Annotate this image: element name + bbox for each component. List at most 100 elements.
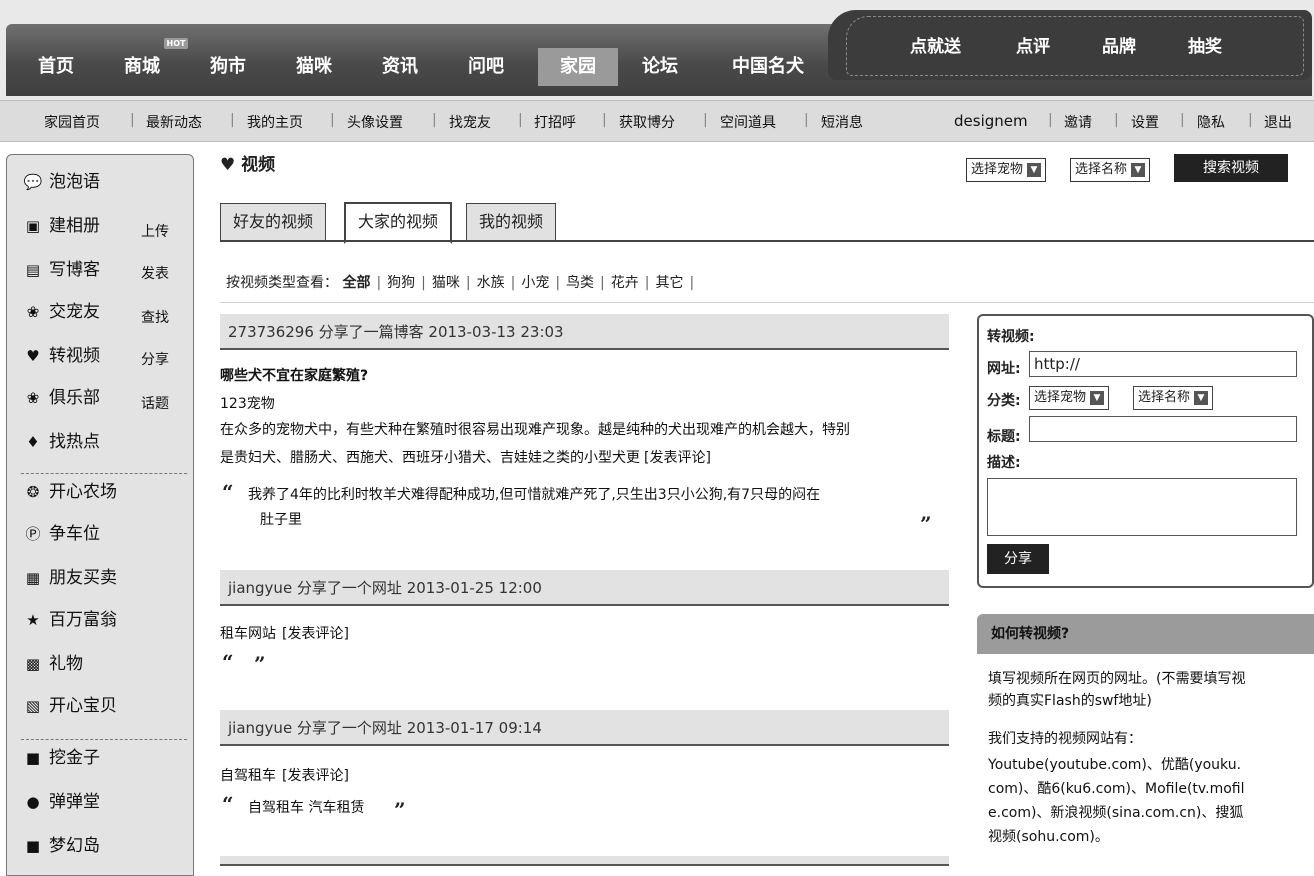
share-select-name[interactable]: 选择名称 ▼ — [1133, 386, 1214, 410]
sidebar-item-bubble[interactable]: 💬 泡泡语 — [23, 169, 100, 195]
sidebar-game-gold[interactable]: ■ 挖金子 — [23, 745, 100, 771]
subnav-settings[interactable]: 设置 — [1131, 112, 1159, 132]
filter-small-pets[interactable]: 小宠 — [521, 275, 549, 291]
sidebar-game-bounce[interactable]: ● 弹弹堂 — [23, 789, 100, 815]
filter-all[interactable]: 全部 — [342, 275, 370, 291]
nav-review[interactable]: 点评 — [1016, 32, 1050, 57]
subnav-separator: | — [703, 112, 708, 128]
sidebar-upload-link[interactable]: 上传 — [141, 221, 169, 241]
subnav-latest[interactable]: 最新动态 — [146, 112, 202, 132]
feed-item-header: jiangyue 分享了一个网址 2013-01-25 12:00 — [220, 570, 949, 606]
subnav-greet[interactable]: 打招呼 — [534, 112, 576, 132]
howto-sites-list: e.com)、新浪视频(sina.com.cn)、搜狐 — [988, 805, 1244, 821]
feed-item-link[interactable]: 租车网站 — [220, 626, 276, 642]
feed-item-title[interactable]: 哪些犬不宜在家庭繁殖? — [220, 364, 950, 388]
sub-nav: 家园首页 | 最新动态 | 我的主页 | 头像设置 | 找宠友 | 打招呼 | … — [0, 100, 1314, 142]
sidebar-item-album[interactable]: ▣ 建相册 — [23, 213, 100, 239]
nav-ask[interactable]: 问吧 — [458, 48, 514, 86]
tab-my-videos[interactable]: 我的视频 — [466, 203, 557, 240]
nav-mall[interactable]: 商城 — [114, 48, 170, 86]
select-name-dropdown[interactable]: 选择名称 ▼ — [1070, 158, 1151, 182]
nav-forum[interactable]: 论坛 — [632, 48, 688, 86]
filter-separator: | — [644, 275, 650, 291]
filter-separator: | — [510, 275, 516, 291]
select-pet-dropdown[interactable]: 选择宠物 ▼ — [966, 158, 1047, 182]
sidebar-item-friends[interactable]: ❀ 交宠友 — [23, 299, 100, 325]
subnav-invite[interactable]: 邀请 — [1064, 112, 1092, 132]
sidebar-publish-link[interactable]: 发表 — [141, 263, 169, 283]
comment-link[interactable]: [发表评论] — [282, 768, 349, 784]
share-select-pet[interactable]: 选择宠物 ▼ — [1029, 386, 1110, 410]
sidebar-app-parking[interactable]: Ⓟ 争车位 — [23, 521, 100, 547]
sidebar-app-gift[interactable]: ▩ 礼物 — [23, 651, 83, 677]
sidebar-item-video[interactable]: ♥ 转视频 — [23, 343, 100, 369]
feed-item-header: jiangyue 分享了一个网址 2013-01-17 09:14 — [220, 710, 949, 746]
search-video-button[interactable]: 搜索视频 — [1174, 154, 1288, 182]
sidebar-app-baby[interactable]: ▧ 开心宝贝 — [23, 693, 117, 719]
tab-friends-videos[interactable]: 好友的视频 — [220, 203, 327, 240]
filter-dogs[interactable]: 狗狗 — [387, 275, 415, 291]
nav-lottery[interactable]: 抽奖 — [1188, 32, 1222, 57]
subnav-username[interactable]: designem — [954, 112, 1028, 130]
howto-sites-list: 视频(sohu.com)。 — [988, 829, 1109, 845]
share-video-panel: 转视频: 网址: http:// 分类: 选择宠物 ▼ 选择名称 ▼ 标题: 描述:… — [977, 314, 1314, 588]
filter-aquatic[interactable]: 水族 — [477, 275, 505, 291]
feed-item-body: 自驾租车 [发表评论] — [220, 764, 950, 788]
url-label: 网址: — [987, 361, 1021, 377]
nav-homeland[interactable]: 家园 — [538, 48, 618, 86]
subnav-my-page[interactable]: 我的主页 — [247, 112, 303, 132]
subnav-avatar[interactable]: 头像设置 — [347, 112, 403, 132]
filter-cats[interactable]: 猫咪 — [432, 275, 460, 291]
subnav-separator: | — [1114, 112, 1119, 128]
nav-home[interactable]: 首页 — [28, 48, 84, 86]
video-type-filter: 按视频类型查看： 全部 | 狗狗 | 猫咪 | 水族 | 小宠 | 鸟类 | 花卉 | 其它 | — [226, 272, 700, 292]
sidebar-item-club[interactable]: ❀ 俱乐部 — [23, 385, 100, 411]
open-quote-icon: “ — [222, 480, 234, 504]
nav-brand[interactable]: 品牌 — [1102, 32, 1136, 57]
filter-birds[interactable]: 鸟类 — [566, 275, 594, 291]
nav-news[interactable]: 资讯 — [372, 48, 428, 86]
subnav-privacy[interactable]: 隐私 — [1197, 112, 1225, 132]
blog-icon: ▤ — [25, 261, 41, 279]
howto-text: 填写视频所在网页的网址。(不需要填写视 — [988, 671, 1246, 687]
baby-icon: ▧ — [25, 697, 41, 715]
speech-bubble-icon: 💬 — [23, 173, 43, 191]
nav-click-send[interactable]: 点就送 — [910, 32, 961, 57]
sidebar-game-island[interactable]: ■ 梦幻岛 — [23, 833, 100, 859]
nav-dog-market[interactable]: 狗市 — [200, 48, 256, 86]
sidebar-share-link[interactable]: 分享 — [141, 349, 169, 369]
description-textarea[interactable] — [987, 478, 1297, 536]
subnav-points[interactable]: 获取博分 — [619, 112, 675, 132]
subnav-home[interactable]: 家园首页 — [44, 112, 100, 132]
feed-item-body-continued: 是贵妇犬、腊肠犬、西施犬、西班牙小猎犬、吉娃娃之类的小型犬更 [发表评论] — [220, 446, 950, 470]
comment-link[interactable]: [发表评论] — [282, 626, 349, 642]
sidebar-app-trade[interactable]: ▦ 朋友买卖 — [23, 565, 117, 591]
url-input[interactable]: http:// — [1029, 351, 1297, 377]
nav-famous-dogs[interactable]: 中国名犬 — [718, 48, 818, 86]
filter-flowers[interactable]: 花卉 — [611, 275, 639, 291]
open-quote-icon: “ — [222, 792, 234, 816]
photo-album-icon: ▣ — [25, 217, 41, 235]
subnav-messages[interactable]: 短消息 — [821, 112, 863, 132]
sidebar-item-label: 礼物 — [49, 654, 83, 674]
sidebar-topic-link[interactable]: 话题 — [141, 393, 169, 413]
share-button[interactable]: 分享 — [987, 544, 1049, 574]
subnav-find-friends[interactable]: 找宠友 — [449, 112, 491, 132]
title-input[interactable] — [1029, 416, 1297, 442]
subnav-logout[interactable]: 退出 — [1264, 112, 1292, 132]
sidebar-search-link[interactable]: 查找 — [141, 307, 169, 327]
sidebar-item-hot[interactable]: ♦ 找热点 — [23, 429, 100, 455]
tabs-underline — [220, 240, 1314, 242]
trade-icon: ▦ — [25, 569, 41, 587]
sidebar-app-millionaire[interactable]: ★ 百万富翁 — [23, 607, 117, 633]
nav-cats[interactable]: 猫咪 — [286, 48, 342, 86]
sidebar-item-blog[interactable]: ▤ 写博客 — [23, 257, 100, 283]
video-icon: ♥ — [26, 347, 40, 365]
tab-everyone-videos[interactable]: 大家的视频 — [344, 202, 453, 244]
comment-link[interactable]: [发表评论] — [644, 450, 711, 466]
subnav-props[interactable]: 空间道具 — [720, 112, 776, 132]
bounce-icon: ● — [26, 793, 40, 811]
filter-other[interactable]: 其它 — [655, 275, 683, 291]
sidebar-app-farm[interactable]: ❂ 开心农场 — [23, 479, 117, 505]
feed-item-link[interactable]: 自驾租车 — [220, 768, 276, 784]
